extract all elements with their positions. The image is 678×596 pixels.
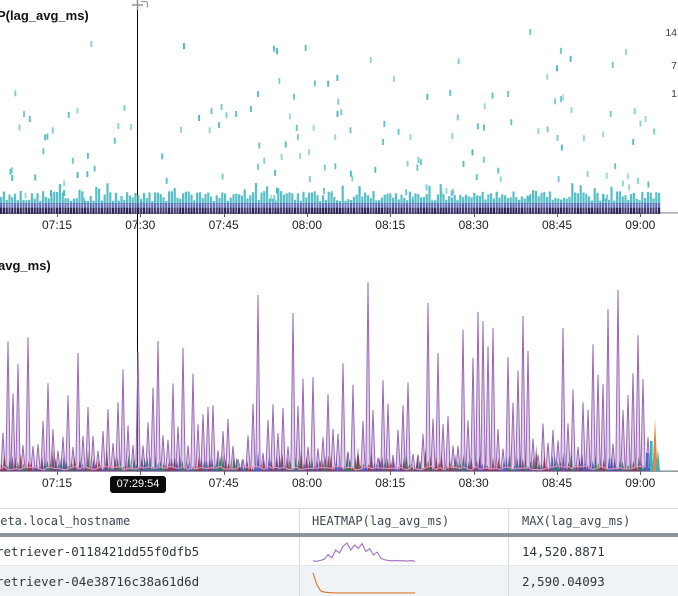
x-axis-label: 08:15: [375, 218, 405, 232]
x-axis-label: 09:00: [625, 218, 655, 232]
line-x-axis: 07:15 07:45 08:00 08:15 08:30 08:45 09:00: [0, 471, 678, 497]
column-header-label: HEATMAP(lag_avg_ms): [312, 514, 449, 528]
x-axis-label: 08:45: [542, 218, 572, 232]
heatmap-x-axis: 07:15 07:30 07:45 08:00 08:15 08:30 08:45 09:00: [0, 213, 678, 239]
x-axis-tick: [307, 471, 308, 475]
x-axis-tick: [57, 213, 58, 217]
x-axis-tick: [140, 471, 141, 475]
x-axis-label: 07:45: [209, 476, 239, 490]
x-axis-tick: [390, 471, 391, 475]
x-axis-label: 09:00: [625, 476, 655, 490]
max-value-cell: 14,520.8871: [522, 544, 605, 559]
results-table: meta.local_hostname HEATMAP(lag_avg_ms) …: [0, 508, 678, 596]
x-axis-tick: [557, 213, 558, 217]
x-axis-label: 08:00: [292, 218, 322, 232]
table-row[interactable]: retriever-0118421dd55f0dfb5 14,520.8871: [0, 537, 678, 566]
x-axis-label: 07:30: [125, 218, 155, 232]
x-axis-label: 07:15: [42, 476, 72, 490]
hostname-cell: retriever-04e38716c38a61d6d: [0, 574, 199, 589]
x-axis-label: 08:30: [459, 218, 489, 232]
x-axis-label: 07:15: [42, 218, 72, 232]
x-axis-label: 08:45: [542, 476, 572, 490]
column-header-hostname[interactable]: meta.local_hostname: [0, 509, 300, 533]
x-axis-label: 08:00: [292, 476, 322, 490]
heatmap-chart-canvas[interactable]: [0, 0, 678, 215]
x-axis-tick: [140, 213, 141, 217]
heatmap-sparkline: [312, 538, 416, 564]
x-axis-tick: [307, 213, 308, 217]
hostname-cell: retriever-0118421dd55f0dfb5: [0, 544, 199, 559]
time-cursor-tooltip: 07:29:54: [110, 476, 166, 493]
x-axis-tick: [640, 213, 641, 217]
line-chart-canvas[interactable]: [0, 258, 678, 472]
x-axis-tick: [557, 471, 558, 475]
x-axis-label: 08:30: [459, 476, 489, 490]
x-axis-tick: [474, 471, 475, 475]
column-header-max[interactable]: MAX(lag_avg_ms): [509, 509, 678, 533]
x-axis-tick: [224, 471, 225, 475]
x-axis-tick: [57, 471, 58, 475]
heatmap-y-label-14: 14: [665, 27, 677, 39]
x-axis-tick: [474, 213, 475, 217]
column-header-label: meta.local_hostname: [0, 514, 130, 528]
heatmap-y-label-1: 1: [671, 88, 677, 100]
max-value-cell: 2,590.04093: [522, 574, 605, 589]
column-header-heatmap[interactable]: HEATMAP(lag_avg_ms): [300, 509, 509, 533]
column-header-label: MAX(lag_avg_ms): [522, 514, 630, 528]
x-axis-label: 07:45: [209, 218, 239, 232]
x-axis-tick: [640, 471, 641, 475]
x-axis-label: 08:15: [375, 476, 405, 490]
x-axis-tick: [390, 213, 391, 217]
monitoring-dashboard: P(lag_avg_ms) 14 7 1 07:1507:3007:4508:0…: [0, 0, 678, 596]
x-axis-tick: [224, 213, 225, 217]
table-row[interactable]: retriever-04e38716c38a61d6d 2,590.04093: [0, 566, 678, 596]
heatmap-sparkline: [312, 569, 416, 595]
table-header-row: meta.local_hostname HEATMAP(lag_avg_ms) …: [0, 508, 678, 537]
heatmap-y-label-7: 7: [671, 60, 677, 72]
